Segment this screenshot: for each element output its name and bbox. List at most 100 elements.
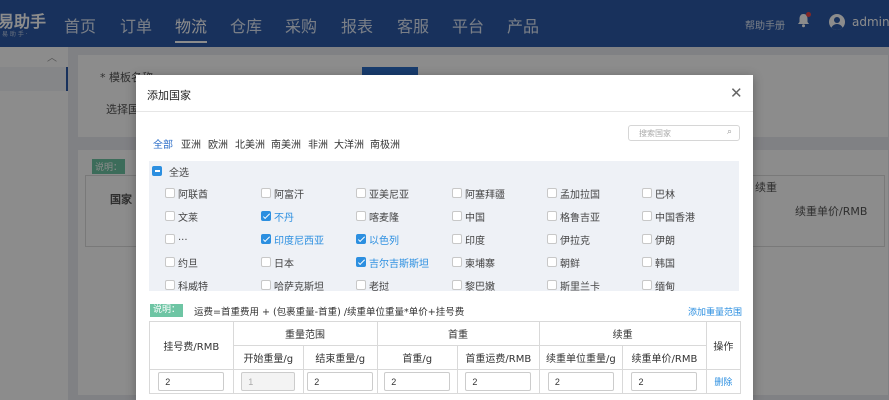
start-weight-input (241, 372, 296, 391)
country-checkbox[interactable] (452, 280, 462, 290)
th-weight-range: 重量范围 (232, 321, 378, 346)
select-all-checkbox[interactable] (152, 166, 162, 176)
country-checkbox[interactable] (642, 211, 652, 221)
region-tab-europe[interactable]: 欧洲 (208, 136, 228, 151)
region-tab-asia[interactable]: 亚洲 (181, 136, 201, 151)
country-checkbox[interactable] (642, 234, 652, 244)
country-label[interactable]: 朝鲜 (560, 255, 580, 270)
country-label[interactable]: 黎巴嫩 (465, 278, 495, 291)
country-label[interactable]: 格鲁吉亚 (560, 209, 600, 224)
end-weight-input[interactable] (307, 372, 374, 391)
country-label[interactable]: 斯里兰卡 (560, 278, 600, 291)
country-checkbox[interactable] (261, 211, 271, 221)
region-tab-africa[interactable]: 非洲 (308, 136, 328, 151)
country-label[interactable]: 阿塞拜疆 (465, 186, 505, 201)
country-label[interactable]: 约旦 (178, 255, 198, 270)
country-checkbox[interactable] (165, 280, 175, 290)
country-label[interactable]: 以色列 (369, 232, 399, 247)
th-first-weight-g: 首重/g (376, 345, 459, 370)
th-reg-fee: 挂号费/RMB (149, 321, 234, 370)
freight-table: 挂号费/RMB 重量范围 首重 续重 操作 开始重量/g 结束重量/g 首重/g… (149, 321, 742, 394)
dialog-divider (136, 111, 753, 112)
extra-price-input[interactable] (631, 372, 698, 391)
extra-unit-input[interactable] (547, 372, 614, 391)
country-checkbox[interactable] (642, 257, 652, 267)
delete-row-button[interactable]: 删除 (714, 378, 732, 388)
th-first-fee: 首重运费/RMB (457, 345, 540, 370)
country-label[interactable]: 韩国 (655, 255, 675, 270)
country-checkbox[interactable] (452, 188, 462, 198)
first-fee-input[interactable] (465, 372, 532, 391)
country-checkbox[interactable] (261, 234, 271, 244)
country-checkbox[interactable] (261, 257, 271, 267)
country-checkbox[interactable] (452, 234, 462, 244)
country-label[interactable]: 中国香港 (655, 209, 695, 224)
region-tab-oceania[interactable]: 大洋洲 (334, 136, 364, 151)
reg-fee-input[interactable] (158, 372, 225, 391)
country-label[interactable]: 不丹 (274, 209, 294, 224)
country-checkbox[interactable] (547, 188, 557, 198)
country-checkbox[interactable] (547, 280, 557, 290)
first-weight-input[interactable] (384, 372, 451, 391)
search-icon[interactable]: ⌕ (727, 127, 732, 137)
country-checkbox[interactable] (165, 188, 175, 198)
country-label[interactable]: 缅甸 (655, 278, 675, 291)
th-extra-unit: 续重单位重量/g (538, 345, 624, 370)
country-checkbox[interactable] (165, 211, 175, 221)
country-checkbox[interactable] (452, 257, 462, 267)
country-checkbox[interactable] (356, 188, 366, 198)
country-checkbox[interactable] (165, 257, 175, 267)
add-country-dialog: 添加国家 ✕ ⌕ 全部 亚洲 欧洲 北美洲 南美洲 非洲 大洋洲 南极洲 全选 … (136, 75, 753, 400)
country-label[interactable]: 哈萨克斯坦 (274, 278, 324, 291)
country-label[interactable]: 巴林 (655, 186, 675, 201)
th-first-weight: 首重 (376, 321, 540, 346)
dialog-title: 添加国家 (147, 89, 191, 102)
country-label[interactable]: 文莱 (178, 209, 198, 224)
country-label[interactable]: 印度 (465, 232, 485, 247)
region-tab-antarctica[interactable]: 南极洲 (370, 136, 400, 151)
country-label[interactable]: 柬埔寨 (465, 255, 495, 270)
table-row: 删除 (149, 369, 742, 394)
country-search-input[interactable] (639, 127, 727, 139)
th-extra-price: 续重单价/RMB (622, 345, 707, 370)
country-label[interactable]: 科威特 (178, 278, 208, 291)
country-checkbox[interactable] (356, 211, 366, 221)
note-badge: 说明： (150, 304, 183, 317)
country-label[interactable]: 亚美尼亚 (369, 186, 409, 201)
country-list: 全选 阿联酋 阿富汗 亚美尼亚 阿塞拜疆 孟加拉国 巴林文莱 不丹 喀麦隆 中国 格鲁吉亚 中国香港… (149, 161, 739, 291)
region-tab-north-america[interactable]: 北美洲 (235, 136, 265, 151)
country-search-box: ⌕ (628, 125, 740, 141)
country-checkbox[interactable] (547, 257, 557, 267)
country-checkbox[interactable] (261, 280, 271, 290)
country-label[interactable]: ... (178, 232, 188, 243)
select-all-label[interactable]: 全选 (169, 164, 189, 179)
country-label[interactable]: 喀麦隆 (369, 209, 399, 224)
add-weight-range-link[interactable]: 添加重量范围 (688, 305, 742, 318)
country-label[interactable]: 印度尼西亚 (274, 232, 324, 247)
country-label[interactable]: 阿富汗 (274, 186, 304, 201)
country-label[interactable]: 伊拉克 (560, 232, 590, 247)
country-label[interactable]: 阿联酋 (178, 186, 208, 201)
country-checkbox[interactable] (452, 211, 462, 221)
region-tab-south-america[interactable]: 南美洲 (271, 136, 301, 151)
country-checkbox[interactable] (261, 188, 271, 198)
country-checkbox[interactable] (642, 280, 652, 290)
country-label[interactable]: 老挝 (369, 278, 389, 291)
country-label[interactable]: 中国 (465, 209, 485, 224)
region-tab-all[interactable]: 全部 (153, 136, 173, 151)
th-end-weight: 结束重量/g (303, 345, 378, 370)
country-checkbox[interactable] (356, 234, 366, 244)
country-checkbox[interactable] (356, 257, 366, 267)
country-checkbox[interactable] (165, 234, 175, 244)
country-checkbox[interactable] (356, 280, 366, 290)
country-label[interactable]: 日本 (274, 255, 294, 270)
country-checkbox[interactable] (642, 188, 652, 198)
th-action: 操作 (705, 321, 742, 370)
country-checkbox[interactable] (547, 211, 557, 221)
country-label[interactable]: 伊朗 (655, 232, 675, 247)
close-icon[interactable]: ✕ (730, 84, 743, 102)
th-extra-weight: 续重 (538, 321, 707, 346)
country-label[interactable]: 吉尔吉斯斯坦 (369, 255, 429, 270)
country-label[interactable]: 孟加拉国 (560, 186, 600, 201)
country-checkbox[interactable] (547, 234, 557, 244)
